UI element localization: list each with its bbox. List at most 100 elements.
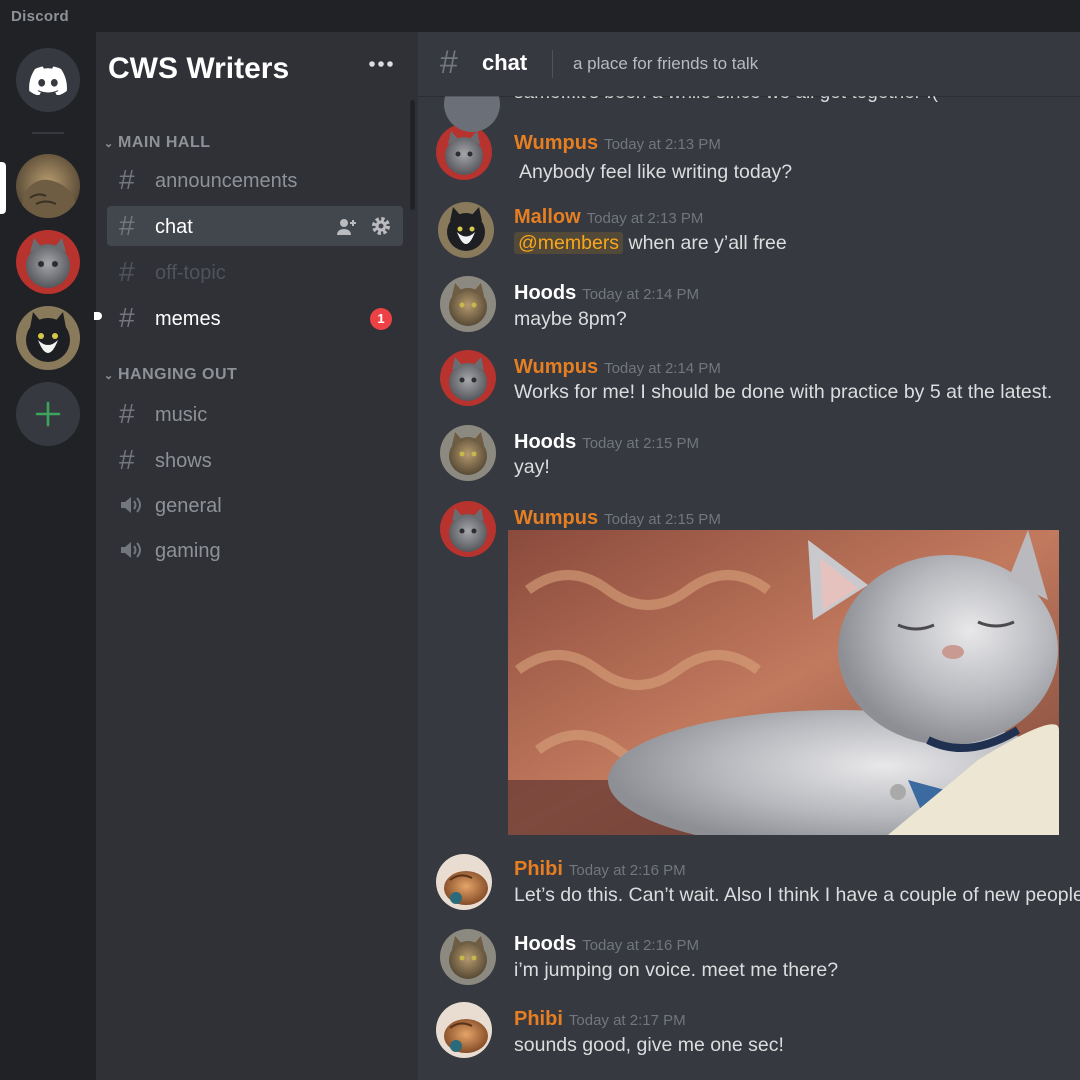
avatar[interactable] (436, 854, 492, 910)
author-name: Phibi (514, 858, 563, 880)
discord-home-button[interactable] (16, 48, 80, 112)
category-main-hall[interactable]: ⌄ MAIN HALL (104, 134, 210, 152)
tabby-cat-server-icon (16, 154, 80, 218)
grey-cat-server-icon (16, 230, 80, 294)
category-label: MAIN HALL (118, 134, 211, 151)
message-text: sounds good, give me one sec! (514, 1034, 784, 1056)
message-text: yay! (514, 456, 550, 478)
sleepy-cat-image (508, 530, 1059, 835)
avatar[interactable] (440, 425, 496, 481)
chat-area: # chat a place for friends to talk same.… (418, 32, 1080, 1080)
avatar[interactable] (440, 501, 496, 557)
role-mention[interactable]: @members (514, 232, 624, 254)
tuxedo-cat-server-icon (16, 306, 80, 370)
title-bar: Discord (0, 0, 1080, 32)
tabby-cat-avatar (440, 276, 496, 332)
grey-cat-avatar (440, 501, 496, 557)
chevron-down-icon: ⌄ (104, 138, 114, 150)
avatar[interactable] (436, 1002, 492, 1058)
more-dots-icon[interactable] (368, 60, 394, 68)
server-rail (0, 32, 96, 1080)
message-timestamp: Today at 2:14 PM (582, 286, 699, 303)
message-author[interactable]: Phibi Today at 2:16 PM (514, 858, 686, 881)
server-icon-grey-cat[interactable] (16, 230, 80, 294)
avatar[interactable] (438, 202, 494, 258)
ginger-cat-avatar (436, 1002, 492, 1058)
channel-title: chat (482, 50, 528, 75)
mention-badge: 1 (370, 308, 392, 330)
grey-cat-avatar (436, 124, 492, 180)
category-hanging-out[interactable]: ⌄ HANGING OUT (104, 366, 237, 384)
channel-label: announcements (155, 170, 298, 192)
message-timestamp: Today at 2:14 PM (604, 360, 721, 377)
unread-indicator (94, 312, 102, 320)
plus-icon (35, 401, 61, 427)
channel-label: shows (155, 450, 212, 472)
message-timestamp: Today at 2:13 PM (586, 210, 704, 227)
channel-memes[interactable]: # memes 1 (94, 298, 403, 338)
message-text: Works for me! I should be done with prac… (514, 381, 1053, 403)
channel-actions (327, 216, 391, 241)
channel-label: music (155, 404, 208, 426)
channel-label: memes (155, 308, 221, 330)
channel-chat[interactable]: # chat (107, 206, 403, 246)
message-author[interactable]: Hoods Today at 2:16 PM (514, 933, 699, 956)
speaker-icon (121, 542, 141, 558)
avatar[interactable] (440, 276, 496, 332)
channel-sidebar: CWS Writers ⌄ MAIN HALL # announcements #… (94, 32, 418, 1080)
settings-gear-icon[interactable] (371, 216, 391, 236)
add-server-button[interactable] (16, 382, 80, 446)
message-author[interactable]: Wumpus Today at 2:15 PM (514, 507, 721, 530)
text-channel-icon: # (119, 164, 135, 195)
channel-off-topic[interactable]: # off-topic (107, 252, 403, 292)
message-author[interactable]: Hoods Today at 2:15 PM (514, 431, 699, 454)
message-timestamp: Today at 2:16 PM (568, 862, 686, 879)
avatar[interactable] (440, 929, 496, 985)
message-author[interactable]: Hoods Today at 2:14 PM (514, 282, 699, 305)
server-icon-cws-writers[interactable] (16, 154, 80, 218)
avatar[interactable] (440, 350, 496, 406)
text-channel-icon: # (119, 398, 135, 429)
text-channel-icon: # (119, 444, 135, 475)
header-divider (552, 50, 553, 78)
channel-announcements[interactable]: # announcements (107, 160, 403, 200)
text-channel-icon: # (119, 256, 135, 287)
message-author[interactable]: Mallow Today at 2:13 PM (514, 206, 703, 229)
message-text: i’m jumping on voice. meet me there? (514, 959, 839, 981)
channel-music[interactable]: # music (107, 394, 403, 434)
message-author[interactable]: Wumpus Today at 2:13 PM (514, 132, 721, 155)
message-timestamp: Today at 2:15 PM (582, 435, 699, 452)
tabby-cat-avatar (440, 929, 496, 985)
voice-channel-general[interactable]: general (107, 485, 403, 525)
channel-shows[interactable]: # shows (107, 440, 403, 480)
chat-header: # chat a place for friends to talk (418, 32, 1080, 96)
app-name: Discord (11, 8, 69, 25)
message-author[interactable]: Wumpus Today at 2:14 PM (514, 356, 721, 379)
category-label: HANGING OUT (118, 366, 238, 383)
message-timestamp: Today at 2:16 PM (582, 937, 699, 954)
server-icon-tuxedo-cat[interactable] (16, 306, 80, 370)
message-timestamp: Today at 2:15 PM (604, 511, 721, 528)
message-author[interactable]: Phibi Today at 2:17 PM (514, 1008, 686, 1031)
message-body: when are y’all free (628, 232, 787, 254)
ginger-cat-avatar (436, 854, 492, 910)
author-name: Wumpus (514, 507, 599, 529)
discord-logo-icon (29, 66, 67, 95)
grey-cat-avatar (440, 350, 496, 406)
invite-member-icon[interactable] (336, 218, 357, 236)
voice-channel-gaming[interactable]: gaming (107, 530, 403, 570)
image-attachment[interactable] (508, 530, 1059, 835)
author-name: Wumpus (514, 356, 599, 378)
avatar[interactable] (436, 124, 492, 180)
tabby-cat-avatar (440, 425, 496, 481)
server-header[interactable]: CWS Writers (96, 32, 418, 96)
author-name: Hoods (514, 933, 577, 955)
message-timestamp: Today at 2:17 PM (568, 1012, 686, 1029)
server-name: CWS Writers (108, 52, 290, 85)
message-text: Anybody feel like writing today? (519, 161, 793, 183)
sidebar-scrollbar[interactable] (410, 100, 415, 210)
channel-topic: a place for friends to talk (573, 54, 759, 73)
rail-separator (32, 132, 64, 134)
text-channel-icon: # (119, 302, 135, 333)
chevron-down-icon: ⌄ (104, 370, 114, 382)
